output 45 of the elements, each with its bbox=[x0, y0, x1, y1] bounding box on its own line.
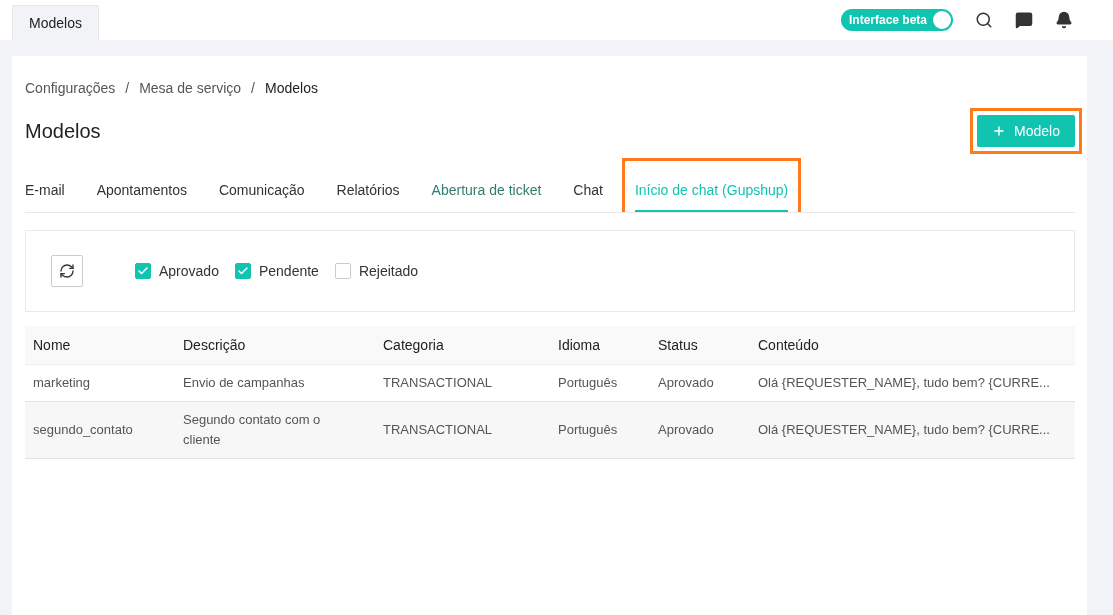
refresh-icon bbox=[59, 263, 75, 279]
table-cell: Português bbox=[550, 364, 650, 401]
table-cell: Olá {REQUESTER_NAME}, tudo bem? {CURRE... bbox=[750, 364, 1075, 401]
plus-icon bbox=[992, 124, 1007, 138]
checkbox-label: Aprovado bbox=[159, 263, 219, 279]
tab[interactable]: E-mail bbox=[25, 182, 65, 212]
checkbox-label: Pendente bbox=[258, 263, 319, 279]
column-header: Status bbox=[650, 326, 750, 364]
table-cell: Aprovado bbox=[650, 401, 750, 458]
breadcrumb-separator: / bbox=[251, 80, 255, 96]
table-cell: Envio de campanhas bbox=[175, 364, 375, 401]
table-cell: Segundo contato com o cliente bbox=[175, 401, 375, 458]
refresh-button[interactable] bbox=[51, 255, 83, 287]
check-icon bbox=[137, 265, 149, 277]
tab[interactable]: Apontamentos bbox=[96, 182, 187, 212]
column-header: Idioma bbox=[550, 326, 650, 364]
checkbox[interactable] bbox=[234, 263, 251, 279]
top-tab[interactable]: Modelos bbox=[12, 5, 99, 40]
breadcrumb-item: Modelos bbox=[265, 80, 318, 96]
checkbox[interactable] bbox=[334, 263, 351, 279]
search-icon[interactable] bbox=[975, 11, 993, 29]
table-cell: Olá {REQUESTER_NAME}, tudo bem? {CURRE... bbox=[750, 401, 1075, 458]
tab[interactable]: Chat bbox=[573, 182, 603, 212]
breadcrumb-item[interactable]: Configurações bbox=[25, 80, 116, 96]
breadcrumb-separator: / bbox=[125, 80, 130, 96]
table-cell: TRANSACTIONAL bbox=[375, 401, 550, 458]
table-cell: TRANSACTIONAL bbox=[375, 364, 550, 401]
tab[interactable]: Comunicação bbox=[218, 182, 305, 212]
check-icon bbox=[236, 265, 249, 277]
column-header: Categoria bbox=[375, 326, 550, 364]
column-header: Conteúdo bbox=[750, 326, 1075, 364]
checkbox-label: Rejeitado bbox=[358, 263, 419, 279]
page-title: Modelos bbox=[25, 119, 101, 143]
column-header: Descrição bbox=[175, 326, 375, 364]
checkbox[interactable] bbox=[135, 263, 151, 279]
table-cell: Aprovado bbox=[650, 364, 750, 401]
chat-icon[interactable] bbox=[1015, 11, 1033, 29]
breadcrumb-item[interactable]: Mesa de serviço bbox=[139, 80, 242, 96]
table-cell: segundo_contato bbox=[25, 401, 175, 458]
tab[interactable]: Abertura de ticket bbox=[431, 182, 542, 212]
column-header: Nome bbox=[25, 326, 175, 364]
tab[interactable]: Relatórios bbox=[336, 182, 400, 212]
table-cell: marketing bbox=[25, 364, 175, 401]
bell-icon[interactable] bbox=[1055, 11, 1073, 29]
table-cell: Português bbox=[550, 401, 650, 458]
